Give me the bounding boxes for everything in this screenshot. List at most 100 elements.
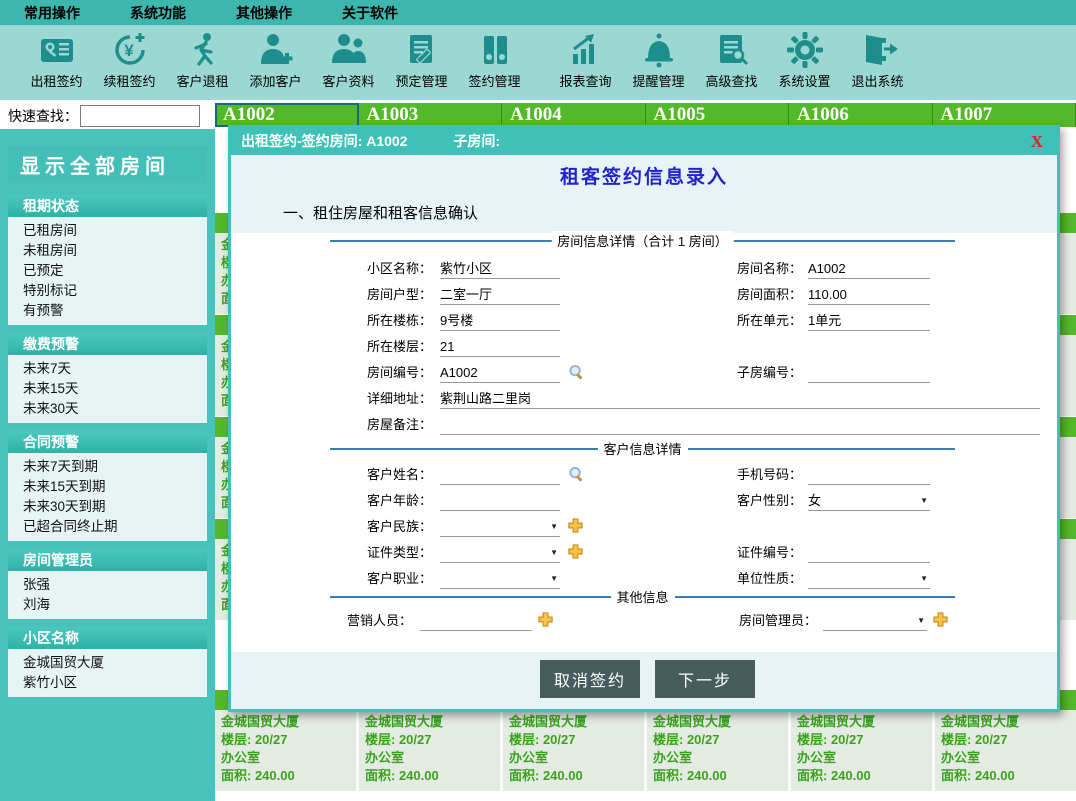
field-input[interactable] <box>440 491 560 511</box>
field-label: 详细地址： <box>292 389 432 409</box>
field-input[interactable] <box>420 611 532 631</box>
sidebar-filter-item[interactable]: 已超合同终止期 <box>8 517 207 537</box>
field-input[interactable] <box>808 363 930 383</box>
sidebar-filter-item[interactable]: 紫竹小区 <box>8 673 207 693</box>
field-input[interactable] <box>808 465 930 485</box>
plus-icon <box>568 518 583 533</box>
sidebar-section-title: 合同预警 <box>8 431 207 453</box>
chevron-down-icon: ▼ <box>917 616 925 625</box>
close-icon[interactable]: X <box>1031 128 1043 155</box>
toolbar-button-6[interactable]: 预定管理 <box>385 25 458 90</box>
add-option-button[interactable] <box>933 612 951 630</box>
toolbar-button-3[interactable]: 客户退租 <box>166 25 239 90</box>
show-all-rooms-button[interactable]: 显示全部房间 <box>8 146 207 183</box>
room-tab-A1003[interactable]: A1003 <box>359 103 503 127</box>
menu-item-1[interactable]: 常用操作 <box>24 3 80 23</box>
field-input[interactable]: 紫竹小区 <box>440 259 560 279</box>
sidebar-section-1: 租期状态已租房间未租房间已预定特别标记有预警 <box>8 195 207 325</box>
toolbar-button-label: 续租签约 <box>103 71 155 90</box>
room-tab-A1007[interactable]: A1007 <box>933 103 1076 127</box>
sidebar-filter-item[interactable]: 未来30天 <box>8 399 207 419</box>
field-input[interactable]: 紫荆山路二里岗 <box>440 389 1040 409</box>
sidebar-filter-item[interactable]: 刘海 <box>8 595 207 615</box>
gear-icon <box>785 30 825 70</box>
field-label: 单位性质： <box>662 569 802 589</box>
room-tab-A1006[interactable]: A1006 <box>789 103 933 127</box>
plus-icon <box>538 612 553 627</box>
sidebar-filter-item[interactable]: 未来15天到期 <box>8 477 207 497</box>
field-select[interactable]: ▼ <box>823 611 927 631</box>
room-tabs: A1002A1003A1004A1005A1006A1007 <box>215 103 1076 127</box>
field-select[interactable]: ▼ <box>808 569 930 589</box>
search-button[interactable] <box>568 466 586 484</box>
field-input[interactable]: 21 <box>440 337 560 357</box>
section-divider-customer: 客户信息详情 <box>330 448 955 450</box>
add-option-button[interactable] <box>568 544 586 562</box>
section-legend-room: 房间信息详情（合计 1 房间） <box>551 231 733 250</box>
room-card-body: 金城国贸大厦楼层: 20/27办公室面积: 240.00 <box>791 710 932 791</box>
field-input[interactable] <box>440 415 1040 435</box>
sidebar-filter-item[interactable]: 张强 <box>8 575 207 595</box>
toolbar-button-2[interactable]: ¥续租签约 <box>93 25 166 90</box>
add-option-button[interactable] <box>538 612 556 630</box>
room-tab-A1004[interactable]: A1004 <box>502 103 646 127</box>
sidebar-section-title: 租期状态 <box>8 195 207 217</box>
sidebar-filter-item[interactable]: 未来15天 <box>8 379 207 399</box>
field-select[interactable]: ▼ <box>440 543 560 563</box>
menu-item-4[interactable]: 关于软件 <box>342 3 398 23</box>
field-input[interactable]: 二室一厅 <box>440 285 560 305</box>
field-input[interactable]: 110.00 <box>808 285 930 305</box>
sidebar-filter-item[interactable]: 未来7天 <box>8 359 207 379</box>
toolbar-button-1[interactable]: 出租签约 <box>20 25 93 90</box>
field-select[interactable]: ▼ <box>440 517 560 537</box>
search-button[interactable] <box>568 364 586 382</box>
toolbar-button-11[interactable]: 系统设置 <box>768 25 841 90</box>
room-tab-A1002[interactable]: A1002 <box>215 103 359 127</box>
room-card-body: 金城国贸大厦楼层: 20/27办公室面积: 240.00 <box>503 710 644 791</box>
search-icon <box>568 364 585 381</box>
plus-icon <box>933 612 948 627</box>
menu-item-3[interactable]: 其他操作 <box>236 3 292 23</box>
field-input[interactable] <box>808 543 930 563</box>
toolbar-button-7[interactable]: 签约管理 <box>458 25 531 90</box>
chevron-down-icon: ▼ <box>920 574 928 583</box>
bell-icon <box>639 30 679 70</box>
cancel-sign-button[interactable]: 取消签约 <box>540 660 640 698</box>
field-label: 所在单元： <box>662 311 802 331</box>
sidebar-filter-item[interactable]: 未租房间 <box>8 241 207 261</box>
sidebar-filter-item[interactable]: 未来30天到期 <box>8 497 207 517</box>
toolbar-button-10[interactable]: 高级查找 <box>695 25 768 90</box>
field-input[interactable]: A1002 <box>440 363 560 383</box>
room-card-area: 面积: 240.00 <box>509 767 644 785</box>
field-input[interactable]: 1单元 <box>808 311 930 331</box>
room-card-type: 办公室 <box>797 749 932 767</box>
field-input[interactable] <box>440 465 560 485</box>
sidebar-section-title: 房间管理员 <box>8 549 207 571</box>
toolbar-button-5[interactable]: 客户资料 <box>312 25 385 90</box>
room-tab-A1005[interactable]: A1005 <box>646 103 790 127</box>
add-option-button[interactable] <box>568 518 586 536</box>
toolbar-button-4[interactable]: 添加客户 <box>239 25 312 90</box>
field-select[interactable]: 女▼ <box>808 491 930 511</box>
field-input[interactable]: 9号楼 <box>440 311 560 331</box>
section-divider-room: 房间信息详情（合计 1 房间） <box>330 240 955 242</box>
toolbar-button-label: 客户退租 <box>176 71 228 90</box>
toolbar: 出租签约¥续租签约客户退租添加客户客户资料预定管理签约管理报表查询提醒管理高级查… <box>0 25 1076 100</box>
sidebar-filter-item[interactable]: 已预定 <box>8 261 207 281</box>
field-select[interactable]: ▼ <box>440 569 560 589</box>
menu-item-2[interactable]: 系统功能 <box>130 3 186 23</box>
toolbar-button-12[interactable]: 退出系统 <box>841 25 914 90</box>
sidebar-filter-item[interactable]: 有预警 <box>8 301 207 321</box>
field-label: 客户性别： <box>662 491 802 511</box>
next-step-button[interactable]: 下一步 <box>655 660 755 698</box>
quick-search-input[interactable] <box>80 105 200 127</box>
sidebar-filter-item[interactable]: 特别标记 <box>8 281 207 301</box>
sidebar-filter-item[interactable]: 未来7天到期 <box>8 457 207 477</box>
field-label: 客户年龄： <box>292 491 432 511</box>
sidebar-filter-item[interactable]: 金城国贸大厦 <box>8 653 207 673</box>
toolbar-button-9[interactable]: 提醒管理 <box>622 25 695 90</box>
field-label: 所在楼层： <box>292 337 432 357</box>
sidebar-filter-item[interactable]: 已租房间 <box>8 221 207 241</box>
toolbar-button-8[interactable]: 报表查询 <box>549 25 622 90</box>
field-input[interactable]: A1002 <box>808 259 930 279</box>
